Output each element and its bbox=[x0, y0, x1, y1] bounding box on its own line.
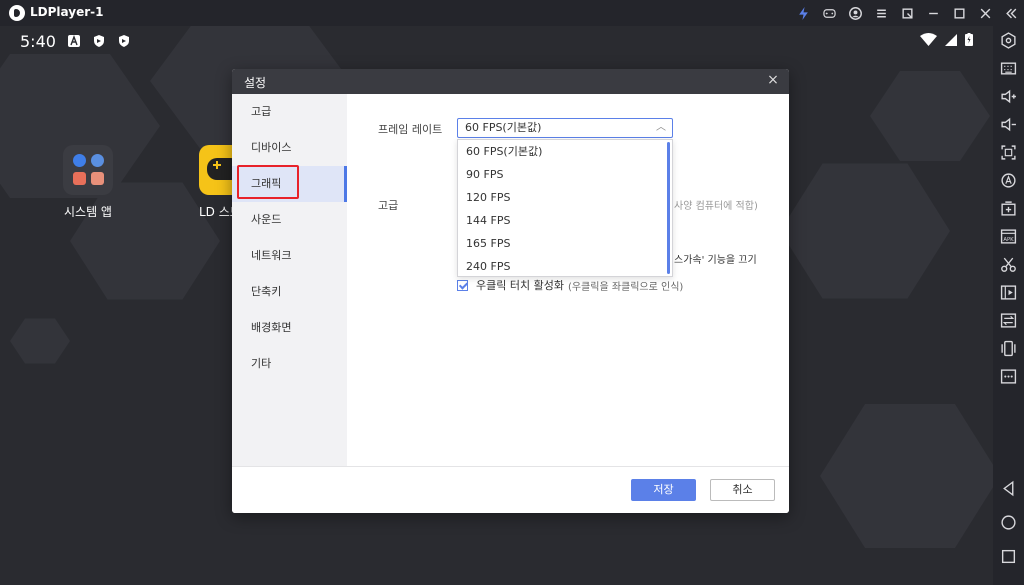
frame-rate-select[interactable]: 60 FPS(기본값) ︿ bbox=[457, 118, 673, 138]
frame-rate-label: 프레임 레이트 bbox=[378, 123, 443, 136]
signal-icon bbox=[945, 33, 957, 46]
background-hex bbox=[820, 404, 993, 548]
dialog-title: 설정 bbox=[244, 76, 267, 90]
keyboard-icon[interactable] bbox=[1000, 60, 1017, 77]
right-click-hint: (우클릭을 좌클릭으로 인식) bbox=[567, 281, 684, 293]
background-hex bbox=[870, 71, 990, 161]
recent-apps-icon[interactable] bbox=[1000, 548, 1017, 565]
dropdown-option[interactable]: 144 FPS bbox=[458, 209, 672, 232]
dropdown-option[interactable]: 120 FPS bbox=[458, 186, 672, 209]
background-hex bbox=[10, 318, 70, 364]
advanced-hint-text: 사양 컴퓨터에 적합) bbox=[674, 201, 758, 212]
shake-icon[interactable] bbox=[1000, 340, 1017, 357]
close-window-icon[interactable] bbox=[972, 0, 998, 26]
system-apps-folder-icon bbox=[63, 145, 113, 195]
notification-shield-icon bbox=[119, 35, 129, 47]
title-bar: LDPlayer-1 bbox=[0, 0, 1024, 26]
advanced-label: 고급 bbox=[378, 199, 399, 212]
nav-item-shortcuts[interactable]: 단축키 bbox=[232, 274, 347, 310]
dialog-footer: 저장 취소 bbox=[232, 466, 789, 513]
back-icon[interactable] bbox=[1000, 480, 1017, 497]
right-toolbar: APK bbox=[993, 26, 1024, 585]
home-icon[interactable] bbox=[1000, 514, 1017, 531]
nav-item-network[interactable]: 네트워크 bbox=[232, 238, 347, 274]
account-icon[interactable] bbox=[842, 0, 868, 26]
scissors-icon[interactable] bbox=[1000, 256, 1017, 273]
svg-text:APK: APK bbox=[1003, 237, 1014, 243]
frame-rate-selected-value: 60 FPS(기본값) bbox=[465, 121, 542, 134]
gamepad-icon[interactable] bbox=[816, 0, 842, 26]
desktop-app-system[interactable]: 시스템 앱 bbox=[53, 145, 123, 220]
minimize-icon[interactable] bbox=[920, 0, 946, 26]
sync-icon[interactable] bbox=[1000, 312, 1017, 329]
ldplayer-logo-icon bbox=[9, 5, 25, 21]
screenshot-icon[interactable] bbox=[1000, 144, 1017, 161]
menu-icon[interactable] bbox=[868, 0, 894, 26]
collapse-sidebar-icon[interactable] bbox=[998, 0, 1024, 26]
nav-item-wallpaper[interactable]: 배경화면 bbox=[232, 310, 347, 346]
fullscreen-corner-icon[interactable] bbox=[894, 0, 920, 26]
right-click-label: 우클릭 터치 활성화 bbox=[476, 279, 564, 292]
record-video-icon[interactable] bbox=[1000, 284, 1017, 301]
right-click-option[interactable]: 우클릭 터치 활성화 (우클릭을 좌클릭으로 인식) bbox=[457, 277, 683, 293]
dialog-close-button[interactable]: × bbox=[765, 72, 781, 90]
dropdown-option[interactable]: 240 FPS bbox=[458, 255, 672, 278]
dropdown-option[interactable]: 60 FPS(기본값) bbox=[458, 140, 672, 163]
background-hex bbox=[780, 163, 950, 299]
acceleration-option-text: 스가속' 기능을 끄기 bbox=[674, 255, 757, 266]
right-click-checkbox[interactable] bbox=[457, 279, 468, 291]
settings-dialog: 설정 × 고급 디바이스 그래픽 사운드 네트워크 단축키 배경화면 기타 프레… bbox=[232, 69, 789, 513]
dropdown-option[interactable]: 90 FPS bbox=[458, 163, 672, 186]
frame-rate-dropdown: 60 FPS(기본값) 90 FPS 120 FPS 144 FPS 165 F… bbox=[457, 139, 673, 277]
settings-nav: 고급 디바이스 그래픽 사운드 네트워크 단축키 배경화면 기타 bbox=[232, 94, 347, 466]
volume-up-icon[interactable] bbox=[1000, 88, 1017, 105]
desktop-app-label: 시스템 앱 bbox=[64, 205, 112, 219]
nav-item-device[interactable]: 디바이스 bbox=[232, 130, 347, 166]
add-file-icon[interactable] bbox=[1000, 200, 1017, 217]
graphics-settings-panel: 프레임 레이트 60 FPS(기본값) ︿ 60 FPS(기본값) 90 FPS… bbox=[347, 94, 789, 466]
window-title: LDPlayer-1 bbox=[30, 5, 104, 19]
wifi-icon bbox=[920, 33, 937, 46]
maximize-icon[interactable] bbox=[946, 0, 972, 26]
highlight-box bbox=[237, 165, 299, 199]
nav-item-sound[interactable]: 사운드 bbox=[232, 202, 347, 238]
apk-install-icon[interactable]: APK bbox=[1000, 228, 1017, 245]
volume-down-icon[interactable] bbox=[1000, 116, 1017, 133]
chevron-up-icon: ︿ bbox=[656, 122, 666, 133]
cancel-button[interactable]: 취소 bbox=[710, 479, 775, 501]
save-button[interactable]: 저장 bbox=[631, 479, 696, 501]
dropdown-option[interactable]: 165 FPS bbox=[458, 232, 672, 255]
nav-item-other[interactable]: 기타 bbox=[232, 346, 347, 382]
more-icon[interactable] bbox=[1000, 368, 1017, 385]
dialog-header: 설정 × bbox=[232, 69, 789, 94]
macro-icon[interactable] bbox=[1000, 172, 1017, 189]
settings-gear-icon[interactable] bbox=[1000, 32, 1017, 49]
status-time: 5:40 bbox=[20, 32, 56, 51]
battery-charging-icon bbox=[965, 33, 973, 46]
nav-item-advanced[interactable]: 고급 bbox=[232, 94, 347, 130]
boost-icon[interactable] bbox=[790, 0, 816, 26]
notification-a-icon bbox=[68, 35, 80, 47]
notification-shield-icon bbox=[94, 35, 104, 47]
